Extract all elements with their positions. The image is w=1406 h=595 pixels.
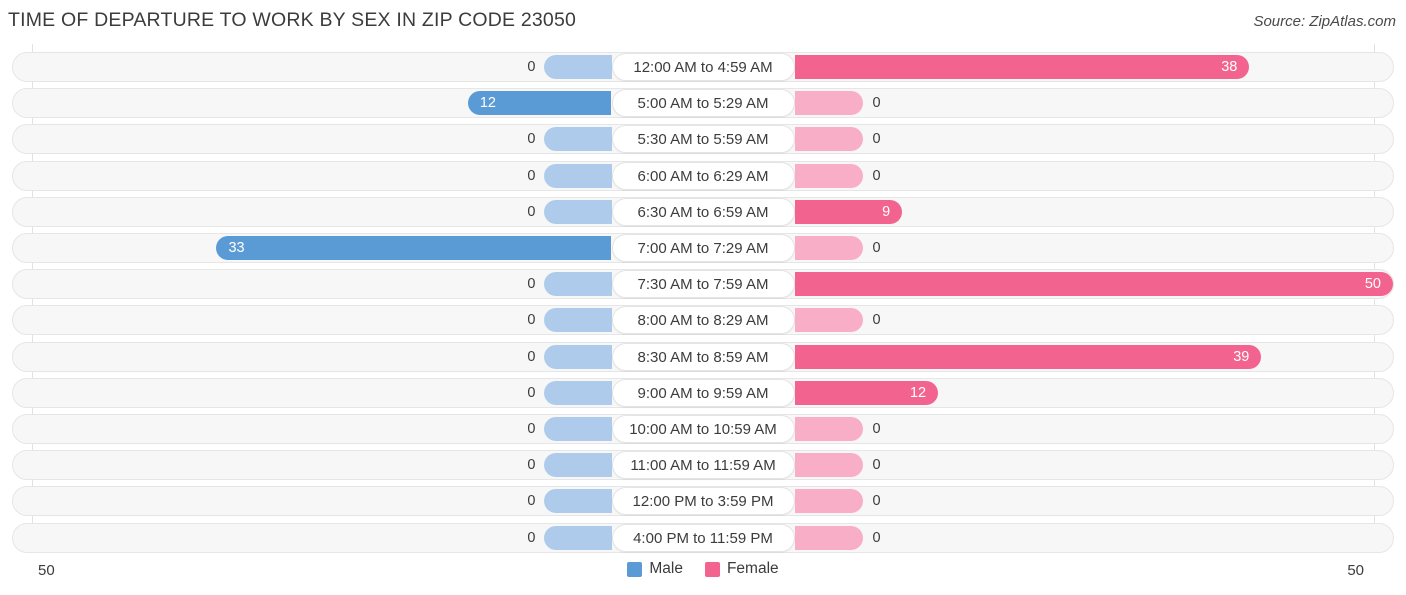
- bar-value-male: 0: [527, 457, 536, 474]
- category-label: 8:30 AM to 8:59 AM: [611, 342, 795, 371]
- bar-male[interactable]: [543, 272, 612, 297]
- bar-male[interactable]: [543, 525, 612, 550]
- table-row[interactable]: 0 50 7:30 AM to 7:59 AM: [0, 266, 1406, 302]
- bar-male[interactable]: [216, 236, 612, 260]
- bar-male[interactable]: [543, 308, 612, 333]
- bar-female[interactable]: [794, 55, 1250, 79]
- bar-value-female: 0: [872, 312, 881, 329]
- bar-value-male: 0: [527, 131, 536, 148]
- bar-female[interactable]: [794, 236, 863, 260]
- category-label: 7:30 AM to 7:59 AM: [611, 270, 795, 299]
- category-label: 11:00 AM to 11:59 AM: [611, 451, 795, 480]
- bar-value-male: 12: [479, 95, 496, 112]
- table-row[interactable]: 12 0 5:00 AM to 5:29 AM: [0, 85, 1406, 121]
- table-row[interactable]: 0 0 5:30 AM to 5:59 AM: [0, 121, 1406, 157]
- legend-item-female[interactable]: Female: [704, 560, 779, 578]
- bar-female[interactable]: [794, 163, 863, 188]
- bar-value-male: 0: [527, 493, 536, 510]
- bar-value-male: 0: [527, 167, 536, 184]
- category-label: 4:00 PM to 11:59 PM: [611, 523, 795, 552]
- table-row[interactable]: 0 12 9:00 AM to 9:59 AM: [0, 375, 1406, 411]
- category-label: 5:30 AM to 5:59 AM: [611, 125, 795, 154]
- category-label: 6:00 AM to 6:29 AM: [611, 161, 795, 190]
- bar-male[interactable]: [543, 489, 612, 514]
- bar-value-male: 0: [527, 59, 536, 75]
- category-label: 5:00 AM to 5:29 AM: [611, 89, 795, 118]
- bar-male[interactable]: [543, 380, 612, 405]
- table-row[interactable]: 0 0 12:00 PM to 3:59 PM: [0, 483, 1406, 519]
- bar-value-female: 0: [872, 493, 881, 510]
- table-row[interactable]: 0 9 6:30 AM to 6:59 AM: [0, 194, 1406, 230]
- bar-value-female: 0: [872, 95, 881, 112]
- bar-value-male: 0: [527, 312, 536, 329]
- bar-value-male: 0: [527, 384, 536, 401]
- legend-item-male[interactable]: Male: [627, 560, 683, 578]
- table-row[interactable]: 0 0 11:00 AM to 11:59 AM: [0, 447, 1406, 483]
- bar-female[interactable]: [794, 525, 863, 550]
- bar-male[interactable]: [543, 55, 612, 79]
- category-label: 9:00 AM to 9:59 AM: [611, 378, 795, 407]
- bar-female[interactable]: [794, 489, 863, 514]
- bar-female[interactable]: [794, 127, 863, 152]
- bar-value-female: 0: [872, 529, 881, 546]
- bar-value-female: 38: [1221, 59, 1238, 75]
- table-row[interactable]: 33 0 7:00 AM to 7:29 AM: [0, 230, 1406, 266]
- bar-female[interactable]: [794, 453, 863, 478]
- chart-header: TIME OF DEPARTURE TO WORK BY SEX IN ZIP …: [0, 0, 1406, 44]
- category-label: 6:30 AM to 6:59 AM: [611, 197, 795, 226]
- chart-legend: Male Female: [0, 560, 1406, 578]
- table-row[interactable]: 0 38 12:00 AM to 4:59 AM: [0, 49, 1406, 85]
- bar-value-male: 0: [527, 421, 536, 437]
- bar-female[interactable]: [794, 308, 863, 333]
- bar-value-male: 0: [527, 529, 536, 546]
- chart-footer: 50 50 Male Female: [0, 552, 1406, 595]
- page-title: TIME OF DEPARTURE TO WORK BY SEX IN ZIP …: [8, 9, 577, 31]
- source-attribution: Source: ZipAtlas.com: [1253, 13, 1396, 30]
- category-label: 12:00 PM to 3:59 PM: [611, 487, 795, 516]
- table-row[interactable]: 0 39 8:30 AM to 8:59 AM: [0, 339, 1406, 375]
- bar-value-male: 0: [527, 276, 536, 293]
- category-label: 10:00 AM to 10:59 AM: [611, 415, 795, 443]
- category-label: 8:00 AM to 8:29 AM: [611, 306, 795, 335]
- bar-value-female: 0: [872, 131, 881, 148]
- bar-female[interactable]: [794, 272, 1393, 297]
- bar-value-male: 0: [527, 348, 536, 365]
- chart-plot-area: 0 38 12:00 AM to 4:59 AM 12 0 5:00 AM to 5:29…: [0, 44, 1406, 553]
- bar-male[interactable]: [543, 199, 612, 224]
- bar-male[interactable]: [543, 417, 612, 441]
- bar-value-female: 9: [882, 203, 891, 220]
- bar-value-female: 50: [1364, 276, 1381, 293]
- bar-value-female: 0: [872, 421, 881, 437]
- bar-value-female: 0: [872, 457, 881, 474]
- bar-female[interactable]: [794, 91, 863, 116]
- bar-male[interactable]: [543, 344, 612, 369]
- bar-female[interactable]: [794, 344, 1262, 369]
- category-label: 12:00 AM to 4:59 AM: [611, 53, 795, 81]
- table-row[interactable]: 0 0 6:00 AM to 6:29 AM: [0, 158, 1406, 194]
- table-row[interactable]: 0 0 8:00 AM to 8:29 AM: [0, 302, 1406, 338]
- bar-value-male: 0: [527, 203, 536, 220]
- bar-female[interactable]: [794, 417, 863, 441]
- bar-male[interactable]: [543, 453, 612, 478]
- bar-value-female: 0: [872, 240, 881, 256]
- legend-label-male: Male: [649, 560, 683, 577]
- bar-value-female: 39: [1233, 348, 1250, 365]
- legend-swatch-female-icon: [704, 561, 720, 577]
- table-row[interactable]: 0 0 10:00 AM to 10:59 AM: [0, 411, 1406, 447]
- bar-value-male: 33: [228, 240, 245, 256]
- category-label: 7:00 AM to 7:29 AM: [611, 234, 795, 262]
- bar-value-female: 12: [909, 384, 927, 401]
- legend-swatch-male-icon: [627, 561, 643, 577]
- bar-male[interactable]: [543, 163, 612, 188]
- bar-value-female: 0: [872, 167, 881, 184]
- bar-male[interactable]: [543, 127, 612, 152]
- table-row[interactable]: 0 0 4:00 PM to 11:59 PM: [0, 520, 1406, 556]
- legend-label-female: Female: [726, 560, 779, 577]
